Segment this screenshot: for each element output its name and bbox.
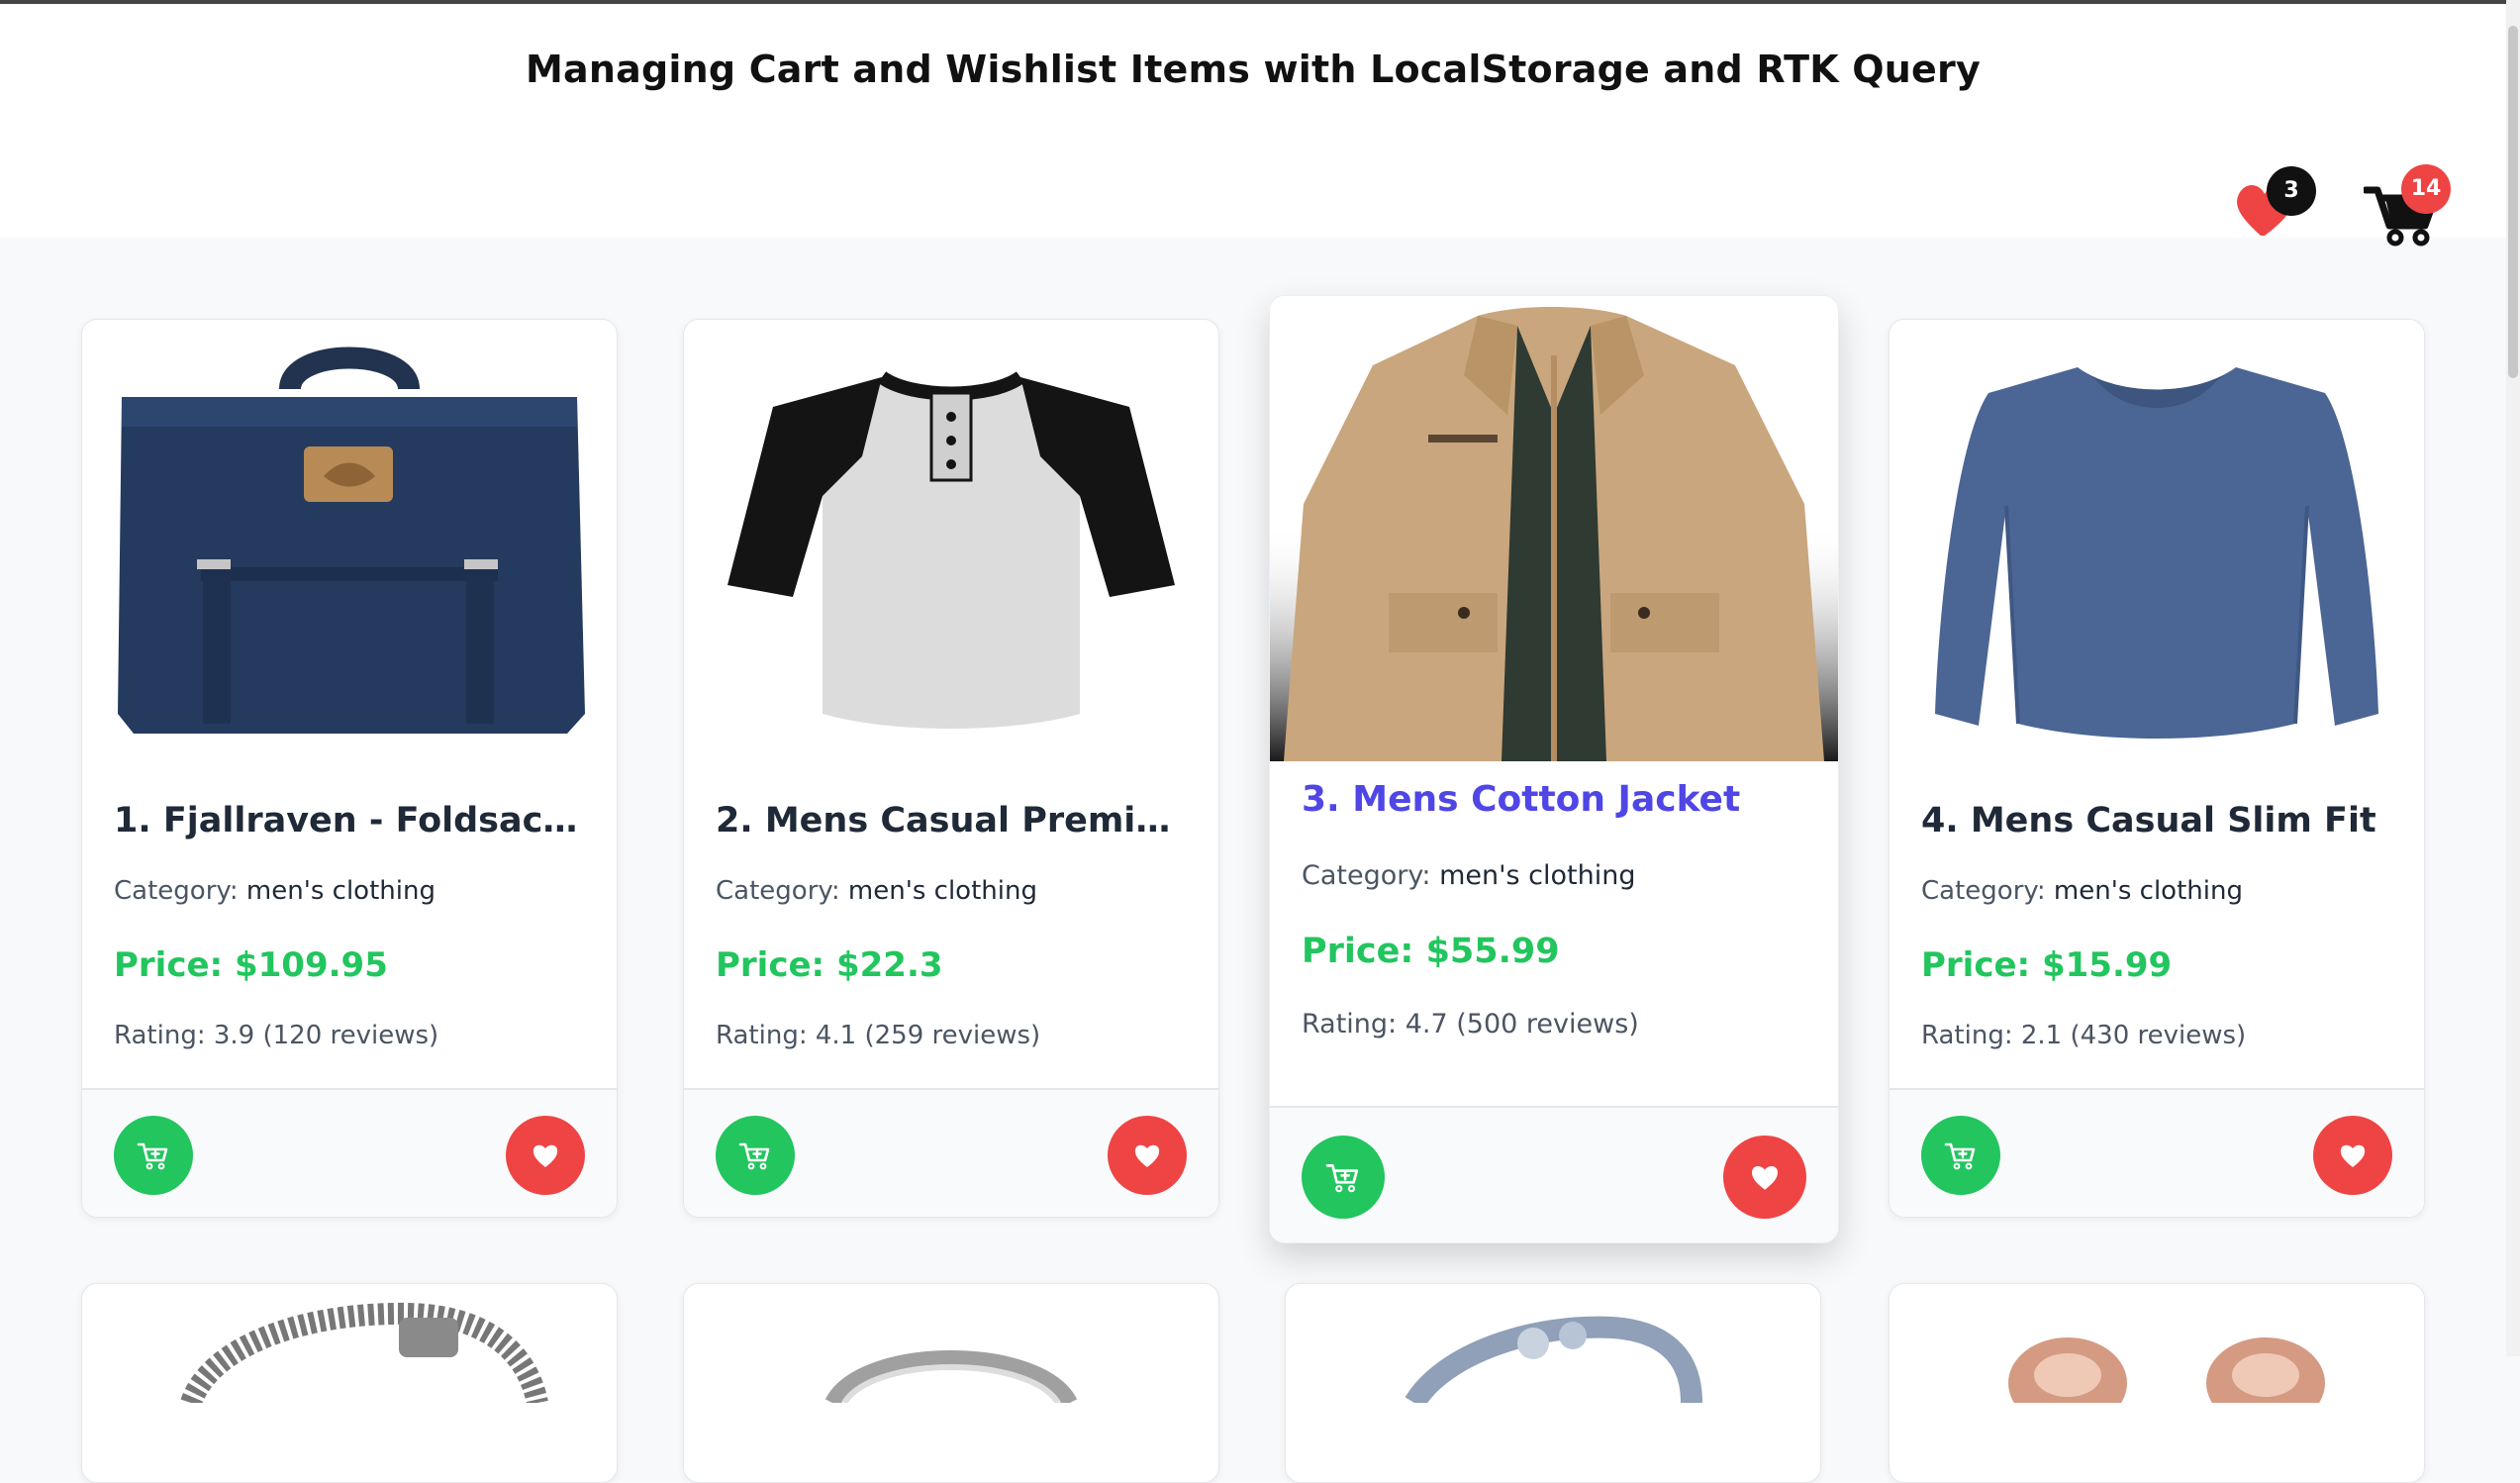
product-title[interactable]: 4. Mens Casual Slim Fit bbox=[1921, 801, 2392, 840]
cart-button[interactable]: 14 bbox=[2364, 162, 2463, 251]
category-value: men's clothing bbox=[2053, 876, 2243, 906]
long-sleeve-shirt-image bbox=[1935, 367, 2378, 739]
cart-plus-icon bbox=[1944, 1142, 1976, 1170]
product-image[interactable] bbox=[684, 1284, 1218, 1482]
product-card[interactable] bbox=[683, 1283, 1219, 1483]
product-image[interactable] bbox=[82, 320, 617, 771]
product-rating: Rating: 4.7 (500 reviews) bbox=[1302, 1009, 1639, 1039]
product-image[interactable] bbox=[82, 1284, 617, 1482]
product-title[interactable]: 2. Mens Casual Premium S... bbox=[716, 801, 1187, 840]
add-to-cart-button[interactable] bbox=[716, 1116, 795, 1195]
heart-icon bbox=[1134, 1144, 1160, 1167]
earrings-image bbox=[2008, 1337, 2325, 1403]
page-title: Managing Cart and Wishlist Items with Lo… bbox=[526, 48, 1981, 91]
product-price: Price: $109.95 bbox=[114, 945, 388, 985]
add-to-cart-button[interactable] bbox=[1921, 1116, 2000, 1195]
wishlist-button[interactable]: 3 bbox=[2229, 162, 2318, 251]
add-to-wishlist-button[interactable] bbox=[506, 1116, 585, 1195]
product-category: Category: men's clothing bbox=[114, 876, 436, 906]
product-price: Price: $22.3 bbox=[716, 945, 943, 985]
heart-icon bbox=[2340, 1144, 2366, 1167]
product-card[interactable]: 1. Fjallraven - Foldsack No... Category:… bbox=[81, 319, 618, 1218]
category-label: Category: bbox=[716, 876, 840, 906]
cart-plus-icon bbox=[137, 1142, 168, 1170]
category-label: Category: bbox=[1302, 860, 1431, 891]
product-card[interactable] bbox=[81, 1283, 618, 1483]
add-to-wishlist-button[interactable] bbox=[1108, 1116, 1187, 1195]
product-image[interactable] bbox=[684, 320, 1218, 771]
heart-icon bbox=[533, 1144, 558, 1167]
ring-image bbox=[824, 1350, 1078, 1403]
product-image[interactable] bbox=[1890, 1284, 2424, 1482]
product-card[interactable]: 4. Mens Casual Slim Fit Category: men's … bbox=[1889, 319, 2425, 1218]
scrollbar-thumb[interactable] bbox=[2508, 26, 2518, 378]
category-value: men's clothing bbox=[847, 876, 1037, 906]
cart-plus-icon bbox=[1325, 1163, 1359, 1193]
tshirt-image bbox=[727, 371, 1175, 729]
cart-plus-icon bbox=[738, 1142, 770, 1170]
product-rating: Rating: 4.1 (259 reviews) bbox=[716, 1021, 1041, 1050]
card-actions bbox=[1890, 1088, 2424, 1217]
product-category: Category: men's clothing bbox=[1302, 860, 1635, 891]
product-rating: Rating: 3.9 (120 reviews) bbox=[114, 1021, 439, 1050]
product-title[interactable]: 1. Fjallraven - Foldsack No... bbox=[114, 801, 585, 840]
product-image[interactable] bbox=[1890, 320, 2424, 771]
category-value: men's clothing bbox=[245, 876, 436, 906]
product-card[interactable]: 2. Mens Casual Premium S... Category: me… bbox=[683, 319, 1219, 1218]
product-title[interactable]: 3. Mens Cotton Jacket bbox=[1302, 779, 1806, 820]
cart-count-badge: 14 bbox=[2401, 164, 2451, 214]
heart-icon bbox=[1752, 1166, 1778, 1190]
category-label: Category: bbox=[114, 876, 239, 906]
card-actions bbox=[1270, 1106, 1838, 1242]
add-to-cart-button[interactable] bbox=[1302, 1136, 1385, 1219]
product-image[interactable] bbox=[1270, 296, 1838, 761]
product-card[interactable]: 3. Mens Cotton Jacket Category: men's cl… bbox=[1269, 295, 1839, 1243]
product-price: Price: $15.99 bbox=[1921, 945, 2173, 985]
add-to-wishlist-button[interactable] bbox=[1723, 1136, 1806, 1219]
product-price: Price: $55.99 bbox=[1302, 932, 1560, 971]
product-category: Category: men's clothing bbox=[1921, 876, 2243, 906]
backpack-image bbox=[118, 346, 585, 734]
card-actions bbox=[684, 1088, 1218, 1217]
add-to-wishlist-button[interactable] bbox=[2313, 1116, 2392, 1195]
card-actions bbox=[82, 1088, 617, 1217]
product-card[interactable] bbox=[1889, 1283, 2425, 1483]
page-header: Managing Cart and Wishlist Items with Lo… bbox=[0, 4, 2506, 247]
product-card[interactable] bbox=[1285, 1283, 1821, 1483]
jacket-image bbox=[1270, 296, 1838, 761]
product-category: Category: men's clothing bbox=[716, 876, 1037, 906]
product-rating: Rating: 2.1 (430 reviews) bbox=[1921, 1021, 2247, 1050]
add-to-cart-button[interactable] bbox=[114, 1116, 193, 1195]
category-label: Category: bbox=[1921, 876, 2046, 906]
jewel-ring-image bbox=[1405, 1316, 1702, 1403]
category-value: men's clothing bbox=[1439, 860, 1636, 891]
bracelet-image bbox=[180, 1302, 548, 1403]
wishlist-count-badge: 3 bbox=[2267, 166, 2316, 216]
product-image[interactable] bbox=[1286, 1284, 1820, 1482]
page-scrollbar[interactable] bbox=[2506, 0, 2520, 1356]
